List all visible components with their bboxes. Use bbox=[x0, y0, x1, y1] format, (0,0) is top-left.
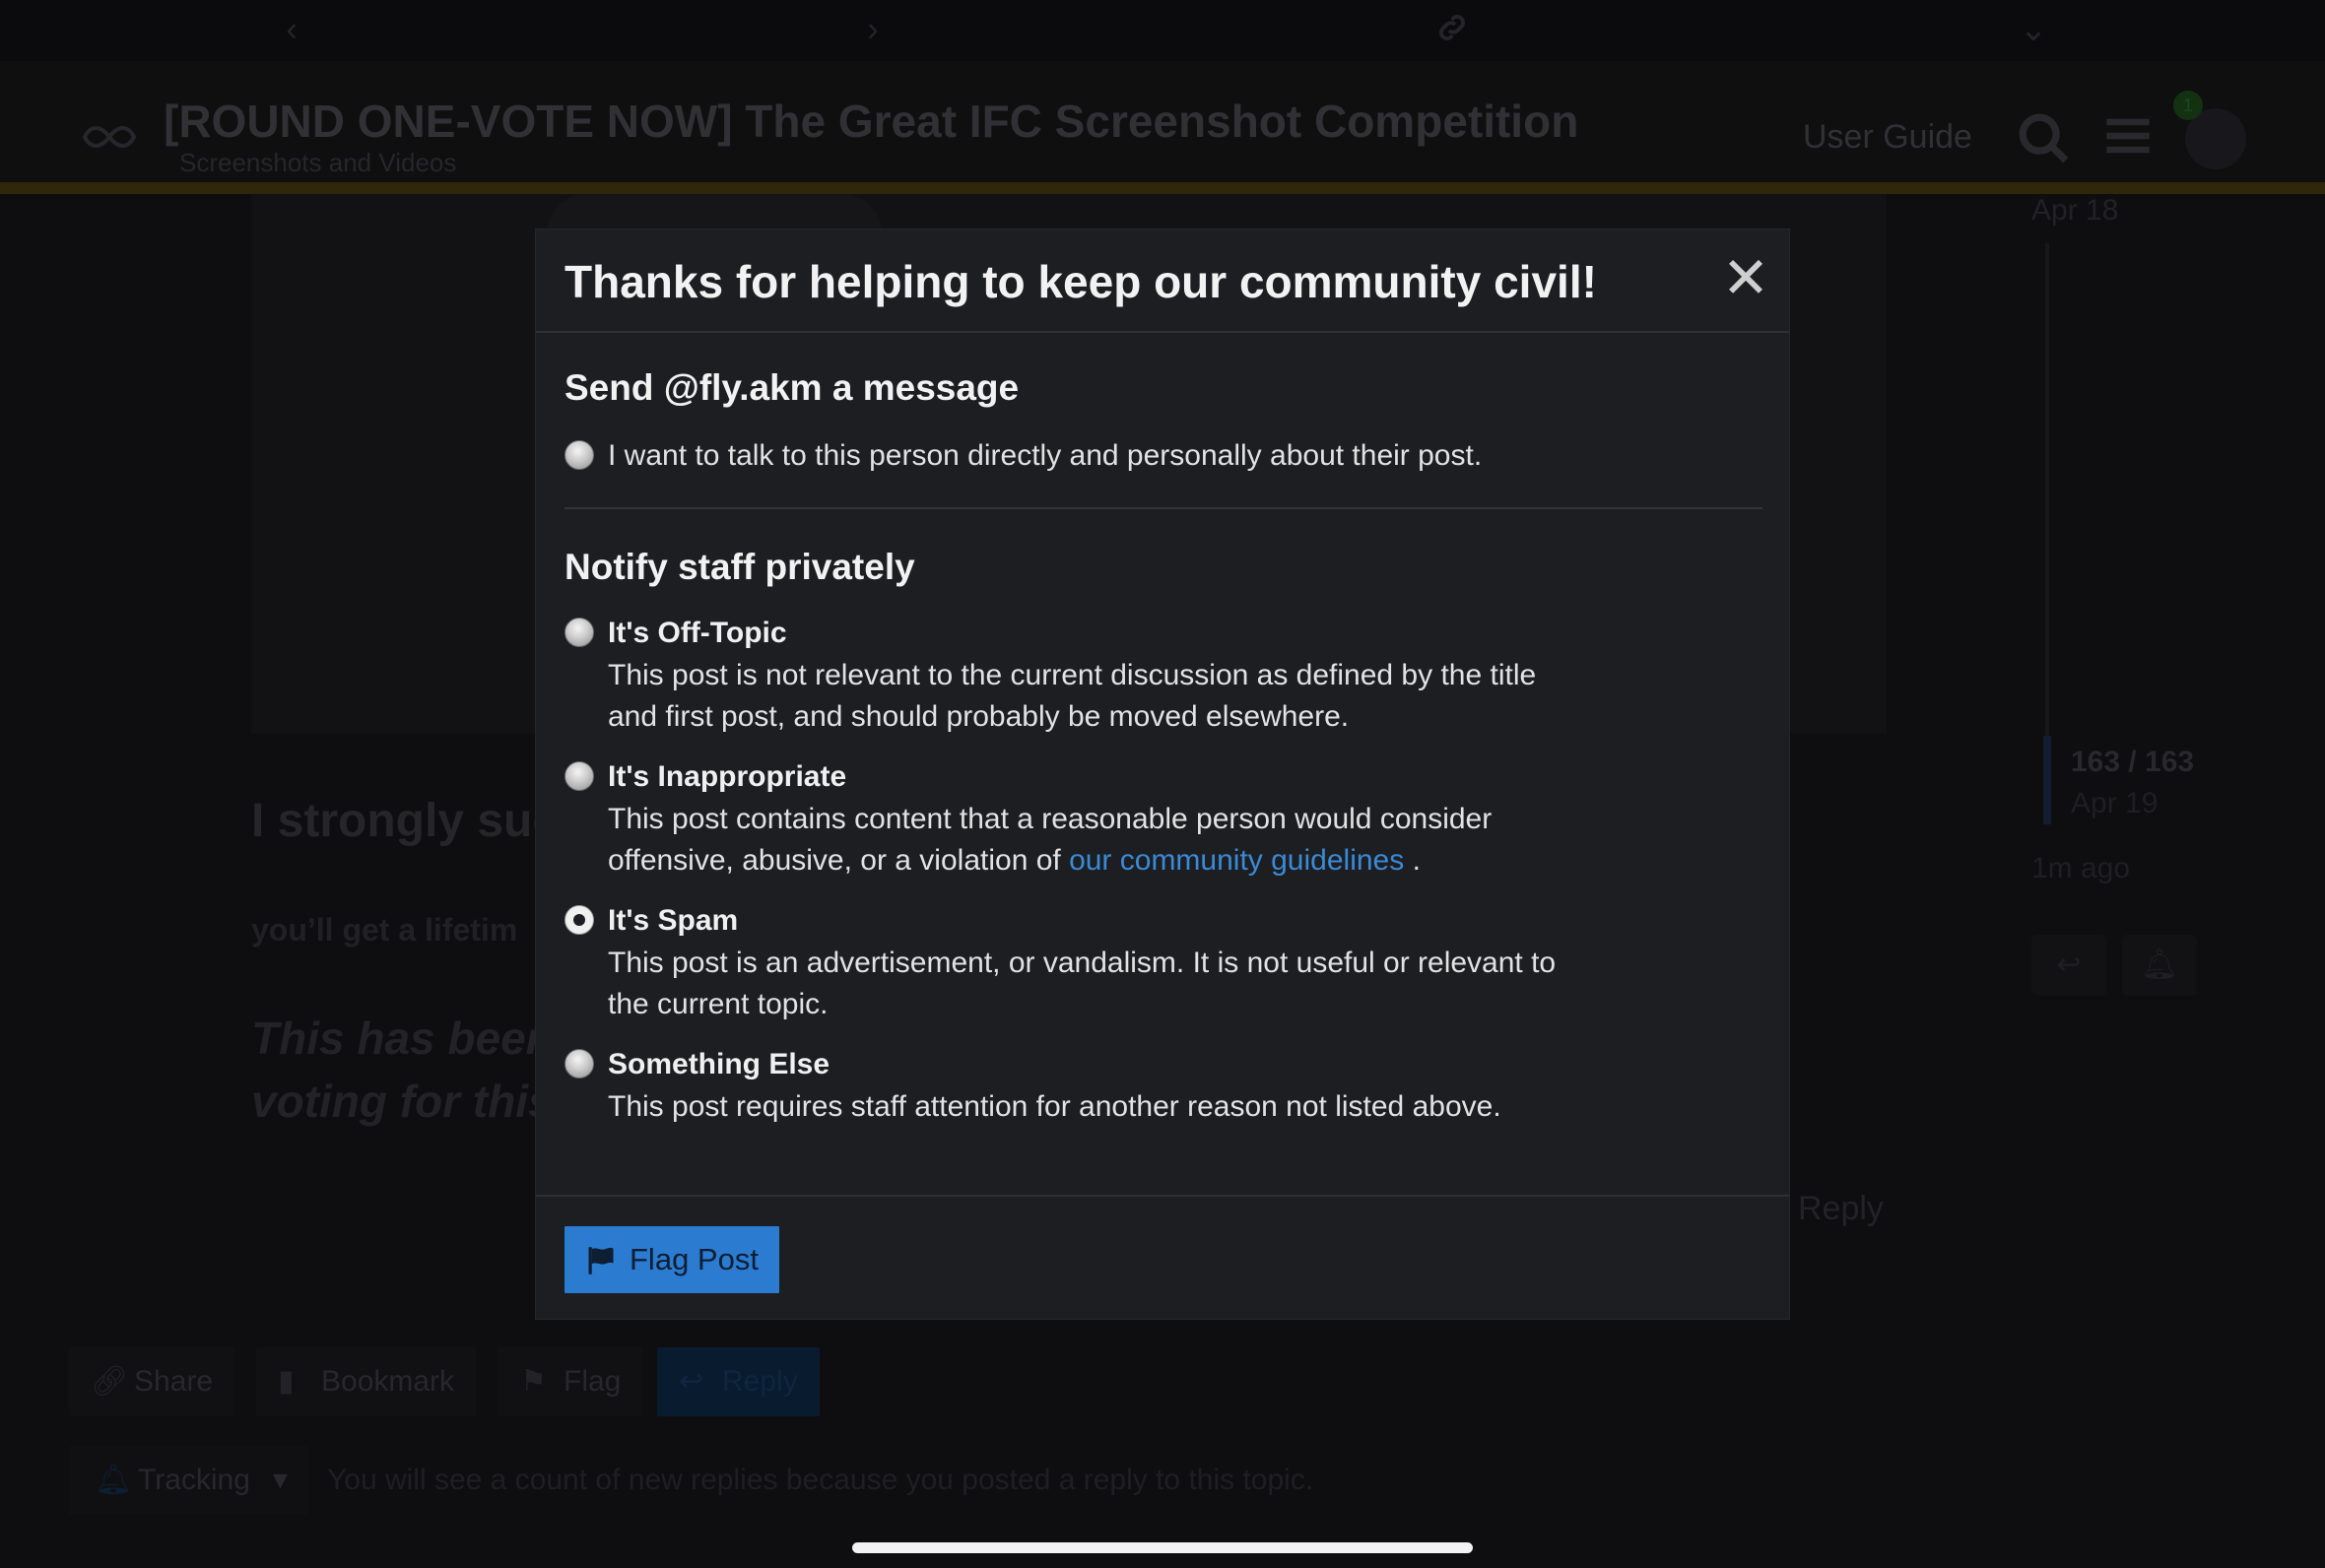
home-indicator bbox=[852, 1542, 1473, 1553]
inappropriate-radio[interactable] bbox=[565, 761, 594, 791]
message-radio[interactable] bbox=[565, 440, 594, 470]
inappropriate-description: This post contains content that a reason… bbox=[608, 803, 1493, 877]
notify-staff-heading: Notify staff privately bbox=[565, 547, 915, 587]
off-topic-label[interactable]: It's Off-Topic bbox=[608, 616, 787, 651]
section-divider bbox=[565, 507, 1762, 509]
something-else-description: This post requires staff attention for a… bbox=[608, 1090, 1501, 1123]
flag-post-label: Flag Post bbox=[630, 1242, 759, 1276]
modal-header: Thanks for helping to keep our community… bbox=[536, 229, 1789, 333]
off-topic-radio[interactable] bbox=[565, 618, 594, 647]
off-topic-description: This post is not relevant to the current… bbox=[608, 659, 1537, 733]
message-option-label[interactable]: I want to talk to this person directly a… bbox=[608, 438, 1482, 474]
modal-footer: Flag Post bbox=[536, 1195, 1789, 1321]
flag-icon bbox=[588, 1247, 614, 1274]
community-guidelines-link[interactable]: our community guidelines bbox=[1069, 844, 1404, 877]
send-message-heading: Send @fly.akm a message bbox=[565, 367, 1020, 408]
close-icon[interactable]: ✕ bbox=[1718, 250, 1773, 308]
spam-description: This post is an advertisement, or vandal… bbox=[608, 947, 1557, 1020]
flag-post-button[interactable]: Flag Post bbox=[565, 1226, 779, 1293]
something-else-label[interactable]: Something Else bbox=[608, 1047, 830, 1082]
spam-label[interactable]: It's Spam bbox=[608, 903, 738, 939]
flag-modal: Thanks for helping to keep our community… bbox=[535, 229, 1790, 1320]
inappropriate-label[interactable]: It's Inappropriate bbox=[608, 759, 846, 795]
modal-title: Thanks for helping to keep our community… bbox=[565, 256, 1597, 307]
something-else-radio[interactable] bbox=[565, 1049, 594, 1078]
spam-radio[interactable] bbox=[565, 905, 594, 935]
